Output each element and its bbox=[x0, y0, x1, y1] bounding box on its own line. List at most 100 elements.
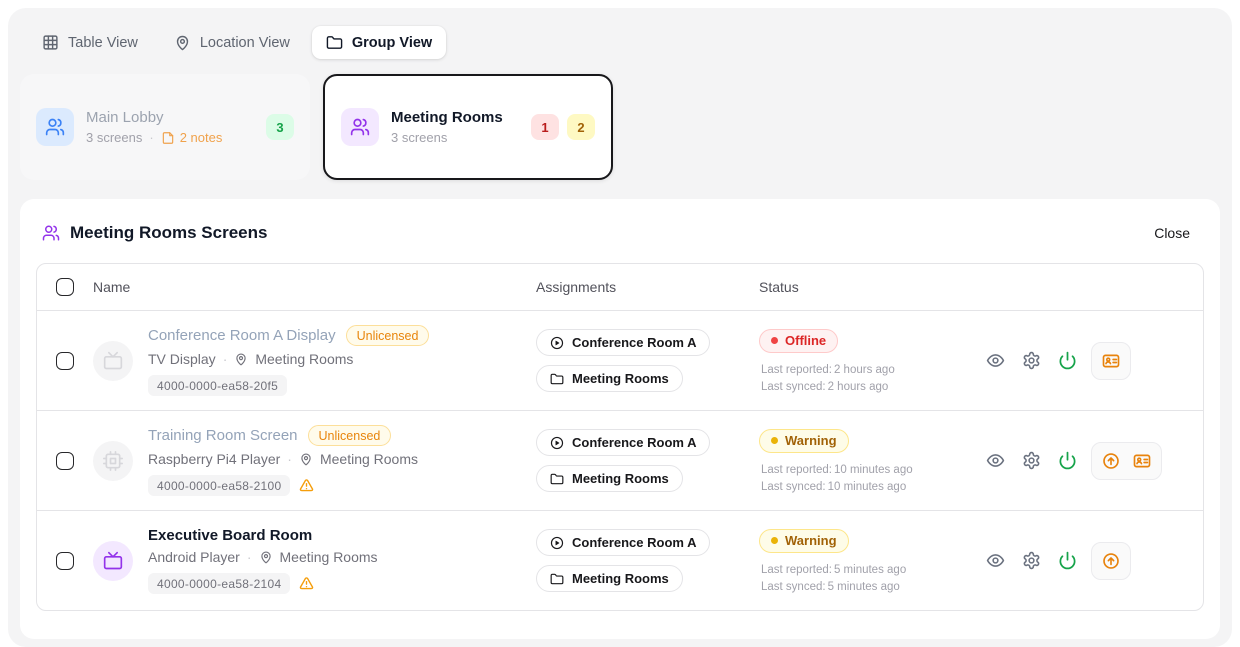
tab-table-view[interactable]: Table View bbox=[28, 26, 152, 59]
view-tabs: Table View Location View Group View bbox=[28, 26, 1220, 59]
tab-label: Group View bbox=[352, 35, 432, 51]
alert-actions-box bbox=[1091, 442, 1162, 480]
warning-triangle-icon bbox=[299, 576, 314, 591]
group-name: Main Lobby bbox=[86, 109, 254, 126]
play-circle-icon bbox=[550, 336, 564, 350]
device-id-pill: 4000-0000-ea58-2104 bbox=[148, 573, 290, 594]
dot-separator bbox=[287, 451, 292, 467]
table-row: Executive Board Room Android Player Meet… bbox=[37, 510, 1203, 610]
table-header-row: Name Assignments Status bbox=[37, 264, 1203, 310]
gear-icon bbox=[1022, 551, 1041, 570]
folder-icon bbox=[550, 572, 564, 586]
panel-header: Meeting Rooms Screens Close bbox=[36, 215, 1204, 263]
status-badge: Offline bbox=[759, 329, 838, 353]
power-button[interactable] bbox=[1058, 451, 1077, 470]
license-button[interactable] bbox=[1102, 352, 1120, 370]
power-button[interactable] bbox=[1058, 551, 1077, 570]
location-pin-icon bbox=[234, 352, 248, 366]
eye-icon bbox=[986, 351, 1005, 370]
tab-location-view[interactable]: Location View bbox=[160, 26, 304, 59]
unlicensed-badge: Unlicensed bbox=[346, 325, 430, 346]
last-synced: Last synced:2 hours ago bbox=[759, 381, 974, 393]
dot-separator bbox=[223, 351, 228, 367]
assignment-playlist-pill[interactable]: Conference Room A bbox=[536, 529, 710, 556]
power-button[interactable] bbox=[1058, 351, 1077, 370]
row-checkbox[interactable] bbox=[56, 552, 74, 570]
close-button[interactable]: Close bbox=[1146, 221, 1198, 245]
warning-triangle-icon bbox=[299, 478, 314, 493]
location-pin-icon bbox=[259, 550, 273, 564]
assignment-playlist-pill[interactable]: Conference Room A bbox=[536, 429, 710, 456]
assignment-group-pill[interactable]: Meeting Rooms bbox=[536, 565, 683, 592]
table-row: Conference Room A Display Unlicensed TV … bbox=[37, 310, 1203, 410]
preview-button[interactable] bbox=[986, 451, 1005, 470]
tab-group-view[interactable]: Group View bbox=[312, 26, 446, 59]
gear-icon bbox=[1022, 451, 1041, 470]
group-cards: Main Lobby 3 screens 2 notes 3 Meeting R… bbox=[20, 74, 1220, 180]
select-all-checkbox[interactable] bbox=[56, 278, 74, 296]
last-reported: Last reported:10 minutes ago bbox=[759, 464, 974, 476]
assignment-group-pill[interactable]: Meeting Rooms bbox=[536, 365, 683, 392]
settings-button[interactable] bbox=[1022, 551, 1041, 570]
screen-name: Executive Board Room bbox=[148, 527, 312, 544]
error-count-badge: 1 bbox=[531, 114, 559, 140]
users-icon bbox=[341, 108, 379, 146]
device-type: Raspberry Pi4 Player bbox=[148, 451, 280, 467]
preview-button[interactable] bbox=[986, 351, 1005, 370]
group-card-main-lobby[interactable]: Main Lobby 3 screens 2 notes 3 bbox=[20, 74, 310, 180]
screen-name: Conference Room A Display bbox=[148, 327, 336, 344]
dot-separator bbox=[247, 549, 252, 565]
last-synced: Last synced:5 minutes ago bbox=[759, 581, 974, 593]
group-screens-panel: Meeting Rooms Screens Close Name Assignm… bbox=[20, 199, 1220, 639]
gear-icon bbox=[1022, 351, 1041, 370]
row-checkbox[interactable] bbox=[56, 352, 74, 370]
raspberry-pi-icon bbox=[93, 441, 133, 481]
group-screen-count: 3 screens bbox=[391, 130, 447, 145]
device-location: Meeting Rooms bbox=[320, 451, 418, 467]
column-header-name: Name bbox=[93, 279, 536, 295]
warning-count-badge: 2 bbox=[567, 114, 595, 140]
play-circle-icon bbox=[550, 436, 564, 450]
device-type: TV Display bbox=[148, 351, 216, 367]
map-pin-icon bbox=[174, 34, 191, 51]
screen-name: Training Room Screen bbox=[148, 427, 298, 444]
group-notes: 2 notes bbox=[161, 130, 223, 145]
folder-icon bbox=[550, 472, 564, 486]
eye-icon bbox=[986, 551, 1005, 570]
assignment-playlist-pill[interactable]: Conference Room A bbox=[536, 329, 710, 356]
eye-icon bbox=[986, 451, 1005, 470]
group-card-meeting-rooms[interactable]: Meeting Rooms 3 screens 1 2 bbox=[323, 74, 613, 180]
online-count-badge: 3 bbox=[266, 114, 294, 140]
folder-icon bbox=[326, 34, 343, 51]
settings-button[interactable] bbox=[1022, 351, 1041, 370]
settings-button[interactable] bbox=[1022, 451, 1041, 470]
arrow-up-circle-icon bbox=[1102, 552, 1120, 570]
last-reported: Last reported:2 hours ago bbox=[759, 364, 974, 376]
status-badge: Warning bbox=[759, 429, 849, 453]
arrow-up-circle-icon bbox=[1102, 452, 1120, 470]
update-button[interactable] bbox=[1102, 452, 1120, 470]
unlicensed-badge: Unlicensed bbox=[308, 425, 392, 446]
device-location: Meeting Rooms bbox=[255, 351, 353, 367]
power-icon bbox=[1058, 351, 1077, 370]
license-button[interactable] bbox=[1133, 452, 1151, 470]
tab-label: Table View bbox=[68, 35, 138, 51]
table-row: Training Room Screen Unlicensed Raspberr… bbox=[37, 410, 1203, 510]
device-id-pill: 4000-0000-ea58-2100 bbox=[148, 475, 290, 496]
assignment-group-pill[interactable]: Meeting Rooms bbox=[536, 465, 683, 492]
update-button[interactable] bbox=[1102, 552, 1120, 570]
tab-label: Location View bbox=[200, 35, 290, 51]
screens-app: Table View Location View Group View Main… bbox=[8, 8, 1232, 647]
table-icon bbox=[42, 34, 59, 51]
panel-title: Meeting Rooms Screens bbox=[70, 223, 267, 243]
id-card-icon bbox=[1102, 352, 1120, 370]
row-checkbox[interactable] bbox=[56, 452, 74, 470]
id-card-icon bbox=[1133, 452, 1151, 470]
alert-actions-box bbox=[1091, 542, 1131, 580]
last-reported: Last reported:5 minutes ago bbox=[759, 564, 974, 576]
status-dot bbox=[771, 537, 778, 544]
alert-actions-box bbox=[1091, 342, 1131, 380]
column-header-status: Status bbox=[759, 279, 974, 295]
tv-display-icon bbox=[93, 341, 133, 381]
preview-button[interactable] bbox=[986, 551, 1005, 570]
